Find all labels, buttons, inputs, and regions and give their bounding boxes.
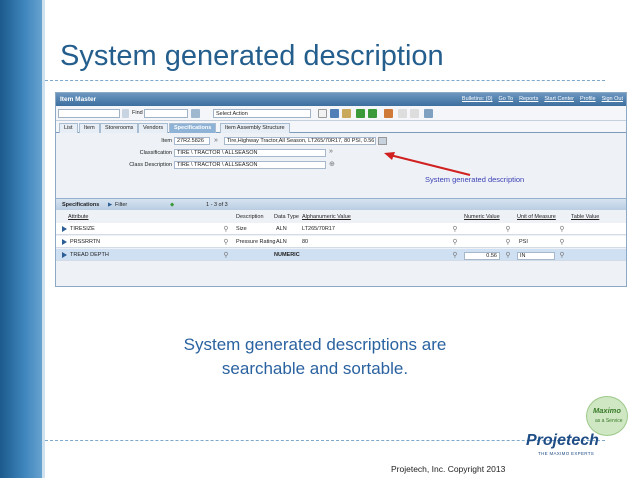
slide-body: System generated descriptions are search… [120, 333, 510, 381]
brand-name: Projetech [526, 432, 599, 449]
body-line-1: System generated descriptions are [183, 335, 447, 354]
body-line-2: searchable and sortable. [221, 359, 409, 378]
callout-text: System generated description [425, 175, 525, 184]
badge-subtitle: as a Service [595, 418, 623, 424]
copyright: Projetech, Inc. Copyright 2013 [391, 464, 506, 474]
projetech-logo: Maximo as a Service Projetech THE MAXIMO… [520, 392, 630, 472]
slide: System generated description Item Master… [0, 0, 638, 478]
maximo-badge: Maximo as a Service [586, 396, 628, 436]
brand-tagline: THE MAXIMO EXPERTS [538, 451, 595, 456]
badge-title: Maximo [593, 406, 621, 415]
